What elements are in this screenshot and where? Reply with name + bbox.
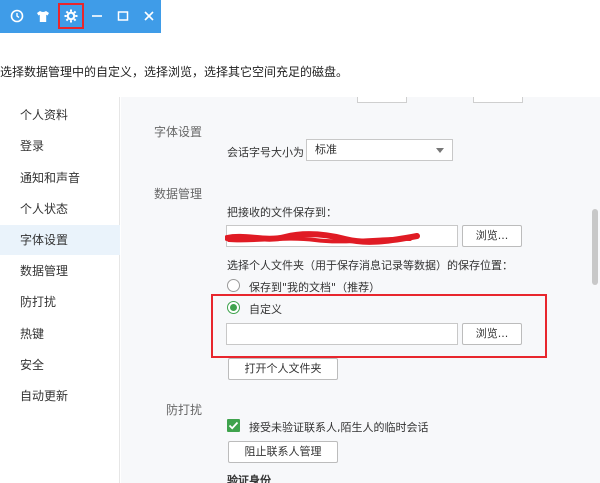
personal-folder-label: 选择个人文件夹（用于保存消息记录等数据）的保存位置： [227,259,513,272]
accept-unverified-label: 接受未验证联系人,陌生人的临时会话 [249,421,429,434]
font-section-title: 字体设置 [154,125,203,139]
sidebar-item-security[interactable]: 安全 [0,350,120,380]
title-bar [0,0,161,33]
browse-received-button[interactable]: 浏览... [462,225,522,247]
settings-sidebar: 个人资料 登录 通知和声音 个人状态 字体设置 数据管理 防打扰 热键 安全 自… [0,97,120,483]
block-contacts-button[interactable]: 阻止联系人管理 [228,441,338,463]
data-section-title: 数据管理 [154,187,203,201]
sidebar-item-font[interactable]: 字体设置 [0,225,120,255]
partial-control [473,97,523,103]
maximize-icon[interactable] [111,4,135,28]
close-icon[interactable] [137,4,161,28]
sidebar-item-status[interactable]: 个人状态 [0,194,120,224]
verify-identity-label: 验证身份 [227,474,271,483]
font-size-value: 标准 [315,143,337,156]
open-personal-folder-button[interactable]: 打开个人文件夹 [228,358,338,380]
check-icon [228,421,239,430]
skin-shirt-icon[interactable] [31,4,55,28]
browse-custom-button[interactable]: 浏览... [462,323,522,345]
font-size-select[interactable]: 标准 [306,139,453,161]
radio-my-documents[interactable] [227,279,240,292]
font-size-label: 会话字号大小为 [227,146,304,159]
sidebar-item-login[interactable]: 登录 [0,131,120,161]
sidebar-item-profile[interactable]: 个人资料 [0,100,120,130]
option-my-documents-label: 保存到"我的文档"（推荐） [249,281,381,294]
instruction-text: 选择数据管理中的自定义，选择浏览，选择其它空间充足的磁盘。 [0,65,349,79]
content-scrollbar[interactable] [592,209,598,285]
settings-content: 字体设置 会话字号大小为 标准 数据管理 把接收的文件保存到： 浏览... 选择… [121,97,600,483]
chevron-down-icon [436,148,444,153]
accept-unverified-checkbox[interactable] [227,419,240,432]
sidebar-item-hotkeys[interactable]: 热键 [0,319,120,349]
sidebar-item-anti-disturb[interactable]: 防打扰 [0,287,120,317]
radio-custom[interactable] [227,301,240,314]
minimize-icon[interactable] [85,4,109,28]
history-icon[interactable] [5,4,29,28]
settings-panel: 个人资料 登录 通知和声音 个人状态 字体设置 数据管理 防打扰 热键 安全 自… [0,97,600,483]
sidebar-item-notifications[interactable]: 通知和声音 [0,163,120,193]
sidebar-item-data-management[interactable]: 数据管理 [0,256,120,286]
anti-disturb-section-title: 防打扰 [166,403,203,417]
redaction-scribble [225,231,420,245]
settings-gear-icon[interactable] [59,4,83,28]
save-received-label: 把接收的文件保存到： [227,206,337,219]
custom-path-input[interactable] [226,323,458,345]
sidebar-item-auto-update[interactable]: 自动更新 [0,381,120,411]
option-custom-label: 自定义 [249,303,282,316]
partial-control [357,97,407,103]
